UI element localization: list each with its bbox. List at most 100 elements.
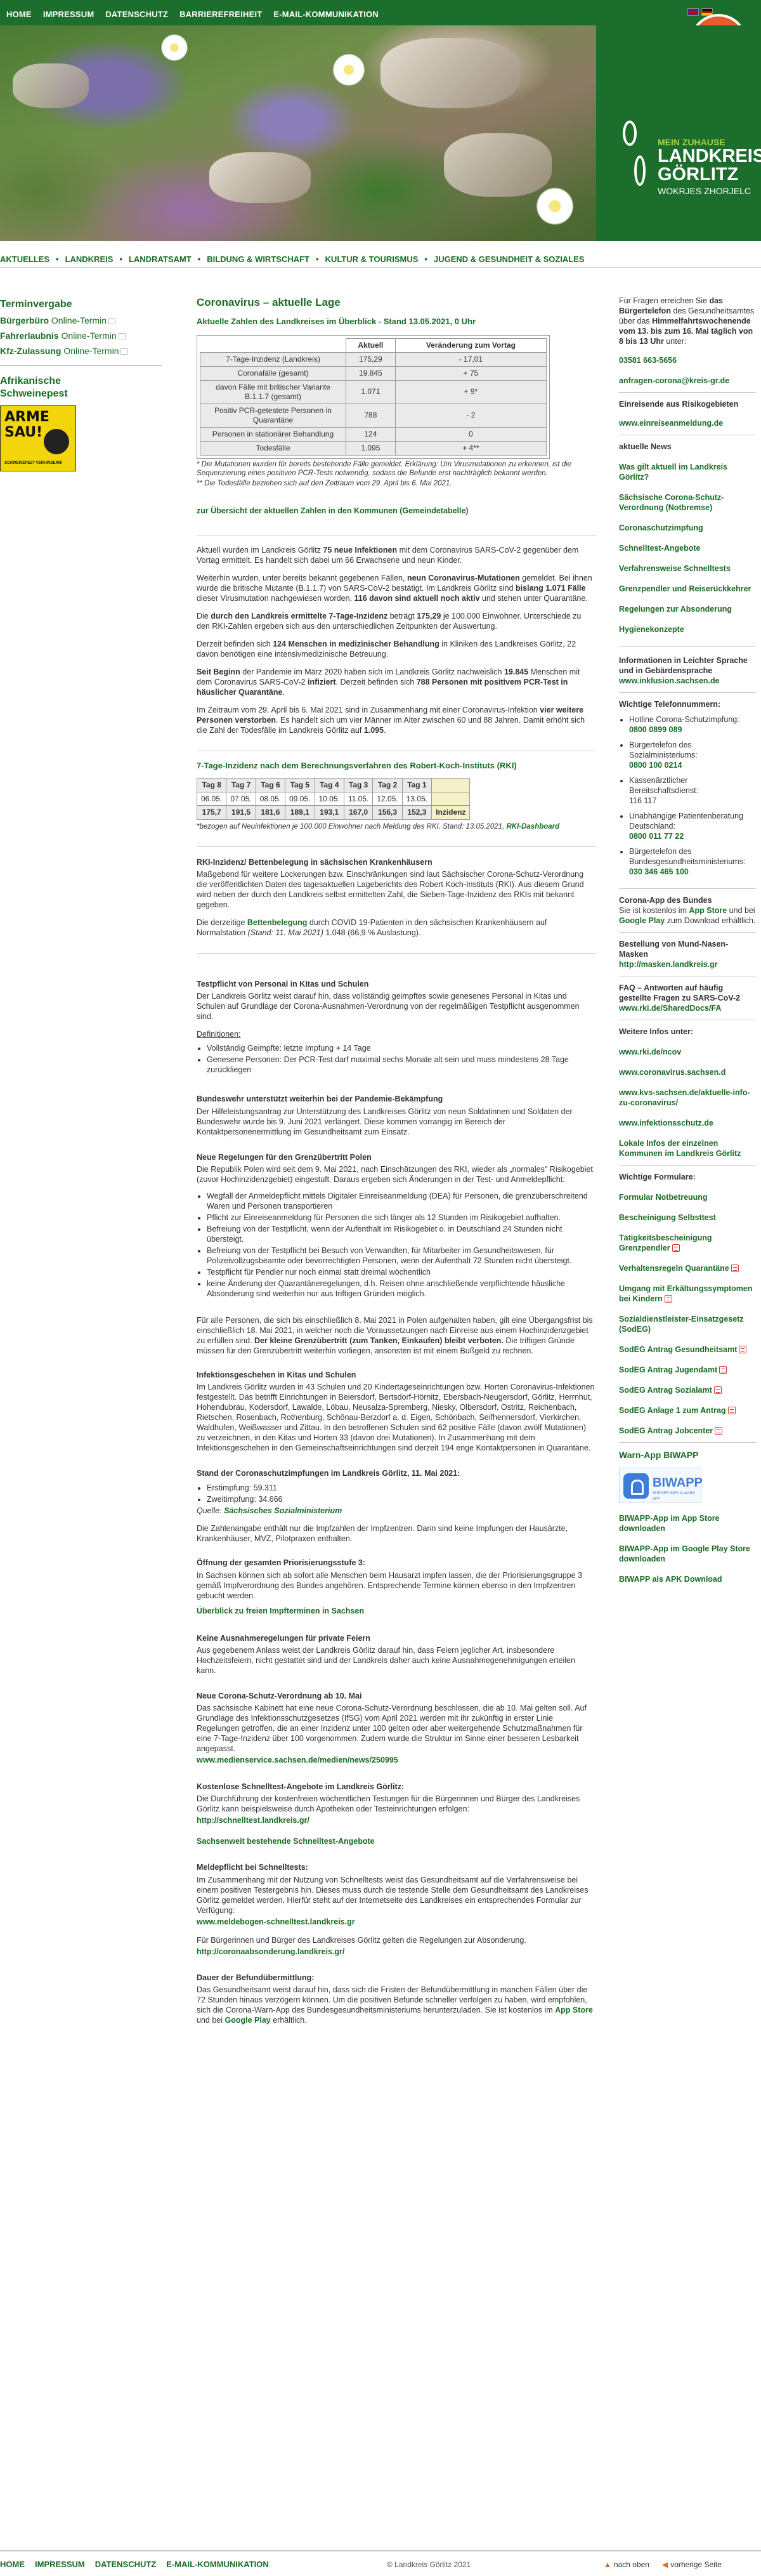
stats-table-wrapper: Aktuell Veränderung zum Vortag 7-Tage-In… [197,334,550,459]
biwapp-googleplay-link[interactable]: BIWAPP-App im Google Play Store download… [619,1544,756,1564]
form-link[interactable]: Umgang mit Erkältungssymptomen bei Kinde… [619,1284,756,1304]
topnav-barrierefreiheit[interactable]: BARRIEREFREIHEIT [179,9,262,20]
landkreis-logo[interactable] [596,25,761,241]
medienservice-link[interactable]: www.medienservice.sachsen.de/medien/news… [197,1755,596,1766]
masken-link[interactable]: http://masken.landkreis.gr [619,960,718,969]
arrow-left-icon: ◀ [661,2560,668,2569]
topnav-impressum[interactable]: IMPRESSUM [43,9,94,20]
app-store-link[interactable]: App Store [555,2006,593,2014]
todesfaelle-footnote: ** Die Todesfälle beziehen sich auf den … [197,479,452,487]
einreiseanmeldung-link[interactable]: www.einreiseanmeldung.de [619,418,756,428]
form-link[interactable]: SodEG Anlage 1 zum Antrag [619,1405,756,1416]
nav-aktuelles[interactable]: AKTUELLES [0,254,49,265]
news-link[interactable]: Hygienekonzepte [619,624,756,634]
footer-home[interactable]: HOME [0,2559,25,2570]
schnelltest-link[interactable]: http://schnelltest.landkreis.gr/ [197,1815,596,1826]
vorherige-seite-link[interactable]: ◀ vorherige Seite [662,2560,722,2570]
form-link[interactable]: SodEG Antrag Gesundheitsamt [619,1344,756,1355]
sozialministerium-link[interactable]: Sächsisches Sozialministerium [224,1506,342,1515]
main-content: Coronavirus – aktuelle Lage Aktuelle Zah… [196,296,596,2025]
form-link[interactable]: SodEG Antrag Sozialamt [619,1385,756,1395]
rki-dates-row: 06.05. 07.05. 08.05. 09.05. 10.05. 11.05. 12.0… [196,791,471,806]
section-title: Dauer der Befundübermittlung: [197,1973,315,1983]
fahrerlaubnis-link[interactable]: Fahrerlaubnis Online-Termin [0,330,162,341]
inklusion-link[interactable]: www.inklusion.sachsen.de [619,676,756,686]
news-link[interactable]: Schnelltest-Angebote [619,543,756,553]
banner-flower [159,32,190,63]
info-link[interactable]: www.coronavirus.sachsen.d [619,1067,756,1077]
topnav-email[interactable]: E-MAIL-KOMMUNIKATION [273,9,379,20]
news-link[interactable]: Grenzpendler und Reiserückkehrer [619,584,756,594]
info-link[interactable]: Lokale Infos der einzelnen Kommunen im L… [619,1138,756,1159]
nach-oben-link[interactable]: ▲ nach oben [604,2560,649,2570]
pdf-icon [719,1366,727,1374]
rki-dashboard-link[interactable]: RKI-Dashboard [506,823,559,831]
gemeindetabelle-link[interactable]: zur Übersicht der aktuellen Zahlen in de… [197,506,596,516]
topnav-datenschutz[interactable]: DATENSCHUTZ [105,9,168,20]
impfungen-list: Erstimpfung: 59.311 Zweitimpfung: 34.666 [207,1483,596,1504]
english-flag-icon[interactable] [687,8,699,16]
topnav-home[interactable]: HOME [6,9,32,20]
footer-email[interactable]: E-MAIL-KOMMUNIKATION [166,2559,269,2570]
footer-impressum[interactable]: IMPRESSUM [35,2559,85,2570]
banner-flower [330,51,368,89]
form-link[interactable]: Bescheinigung Selbsttest [619,1212,756,1223]
nav-bildung-wirtschaft[interactable]: BILDUNG & WIRTSCHAFT [207,254,309,265]
biwapp-apk-link[interactable]: BIWAPP als APK Download [619,1574,756,1584]
col-aktuell: Aktuell [346,338,396,353]
nav-jugend-gesundheit-soziales[interactable]: JUGEND & GESUNDHEIT & SOZIALES [434,254,585,265]
form-link[interactable]: Tätigkeitsbescheinigung Grenzpendler [619,1233,756,1253]
nav-landratsamt[interactable]: LANDRATSAMT [129,254,192,265]
page-title: Coronavirus – aktuelle Lage [197,296,341,308]
top-bar: HOME IMPRESSUM DATENSCHUTZ BARRIEREFREIH… [0,0,761,25]
news-link[interactable]: Verfahrensweise Schnelltests [619,563,756,574]
terminvergabe-heading: Terminvergabe [0,299,72,310]
faq-info: FAQ – Antworten auf häufig gestellte Fra… [619,983,741,1013]
pdf-icon [715,1427,723,1435]
section-title: Neue Regelungen für den Grenzübertritt P… [197,1152,372,1162]
arme-sau-banner[interactable]: ARME SAU! SCHWEINEPEST VERHINDERN! [0,405,76,471]
form-link[interactable]: Sozialdienstleister-Einsatzgesetz (SodEG… [619,1314,756,1334]
info-link[interactable]: www.rki.de/ncov [619,1047,756,1057]
email-link[interactable]: anfragen-corona@kreis-gr.de [619,376,756,386]
news-link[interactable]: Sächsische Corona-Schutz-Verordnung (Not… [619,492,756,513]
section-text: Der Landkreis Görlitz weist darauf hin, … [197,992,580,1022]
footer: HOME IMPRESSUM DATENSCHUTZ E-MAIL-KOMMUN… [0,2551,761,2576]
info-link[interactable]: www.infektionsschutz.de [619,1118,756,1128]
copyright: © Landkreis Görlitz 2021 [387,2560,471,2569]
biwapp-appstore-link[interactable]: BIWAPP-App im App Store downloaden [619,1513,756,1534]
schnelltest-sachsen-link[interactable]: Sachsenweit bestehende Schnelltest-Angeb… [197,1836,596,1847]
google-play-link[interactable]: Google Play [619,916,665,925]
section-text: Das sächsische Kabinett hat eine neue Co… [197,1704,587,1754]
form-link[interactable]: Verhaltensregeln Quarantäne [619,1263,756,1273]
nav-kultur-tourismus[interactable]: KULTUR & TOURISMUS [325,254,419,265]
rki-footnote: *bezogen auf Neuinfektionen je 100.000 E… [197,822,560,831]
footer-datenschutz[interactable]: DATENSCHUTZ [95,2559,157,2570]
section-text: In Sachsen können sich ab sofort alle Me… [197,1570,582,1600]
list-item: Befreiung von der Testpflicht, wenn der … [207,1224,596,1244]
meldebogen-link[interactable]: www.meldebogen-schnelltest.landkreis.gr [197,1917,596,1928]
paragraph-inzidenz: Die durch den Landkreis ermittelte 7-Tag… [197,612,582,631]
table-row: davon Fälle mit britischer Variante B.1.… [200,379,547,404]
kfz-zulassung-link[interactable]: Kfz-Zulassung Online-Termin [0,345,162,357]
impftermine-link[interactable]: Überblick zu freien Impfterminen in Sach… [197,1606,596,1617]
faq-link[interactable]: www.rki.de/SharedDocs/FA [619,1004,721,1013]
phone-link[interactable]: 03581 663-5656 [619,355,756,365]
app-store-link[interactable]: App Store [689,906,727,915]
absonderung-link[interactable]: http://coronaabsonderung.landkreis.gr/ [197,1947,596,1957]
top-nav: HOME IMPRESSUM DATENSCHUTZ BARRIEREFREIH… [6,9,379,20]
section-text: Der Hilfeleistungsantrag zur Unterstützu… [197,1107,573,1136]
biwapp-logo[interactable]: BIWAPP BÜRGER INFO & WARN APP [619,1468,703,1504]
form-link[interactable]: SodEG Antrag Jobcenter [619,1426,756,1436]
news-link[interactable]: Coronaschutzimpfung [619,523,756,533]
form-link[interactable]: Formular Notbetreuung [619,1192,756,1202]
form-link[interactable]: SodEG Antrag Jugendamt [619,1365,756,1375]
list-item: Vollständig Geimpfte: letzte Impfung + 1… [207,1043,596,1053]
news-link[interactable]: Was gilt aktuell im Landkreis Görlitz? [619,462,756,482]
nav-landkreis[interactable]: LANDKREIS [65,254,114,265]
info-link[interactable]: www.kvs-sachsen.de/aktuelle-info-zu-coro… [619,1088,756,1108]
google-play-link[interactable]: Google Play [224,2016,270,2025]
news-link[interactable]: Regelungen zur Absonderung [619,604,756,614]
buergerbuero-link[interactable]: Bürgerbüro Online-Termin [0,315,162,326]
section-title: Öffnung der gesamten Priorisierungsstufe… [197,1558,366,1568]
